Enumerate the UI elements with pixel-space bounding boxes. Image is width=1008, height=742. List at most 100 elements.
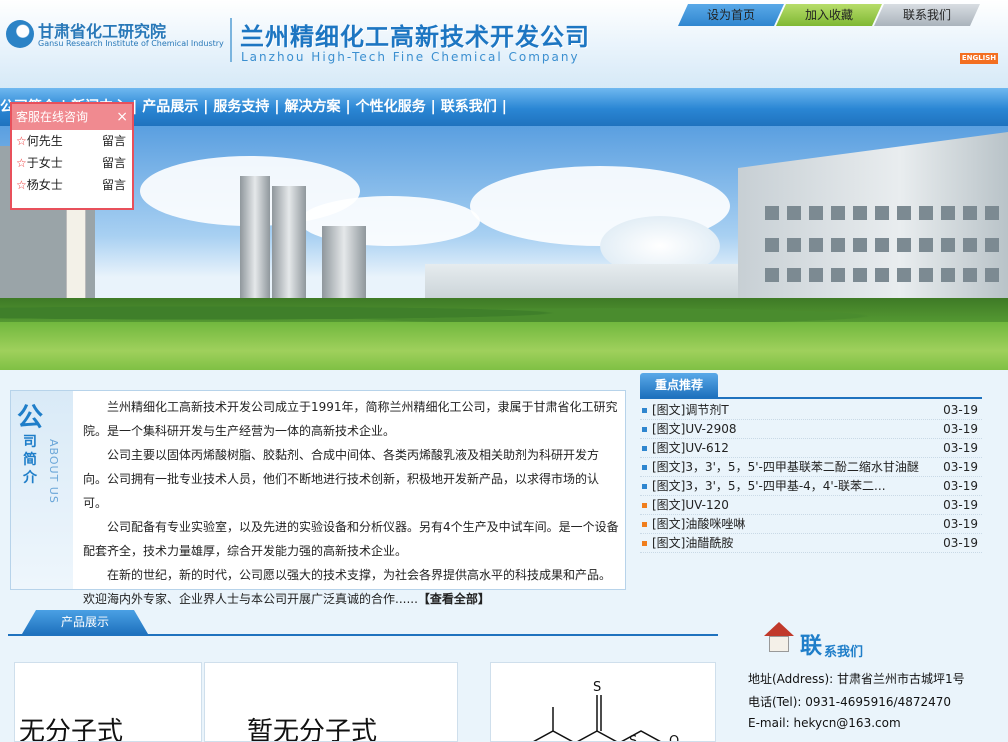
office-building-right [738,132,1008,312]
featured-title[interactable]: [图文]油酸咪唑啉 [652,515,932,534]
list-item[interactable]: [图文]3，3'，5，5'-四甲基联苯二酚二缩水甘油醚 03-19 [640,458,982,477]
featured-date: 03-19 [943,460,978,474]
featured-date: 03-19 [943,441,978,455]
featured-title[interactable]: [图文]3，3'，5，5'-四甲基-4，4'-联苯二... [652,477,932,496]
contact-email[interactable]: E-mail: hekycn@163.com [748,716,901,730]
silo-shape [240,176,270,316]
leave-message-link[interactable]: 留言 [102,130,126,152]
nav-item-solutions[interactable]: 解决方案 [285,97,341,117]
english-version-button[interactable]: ENGLISH [960,53,998,64]
consult-contact[interactable]: ☆何先生 留言 [12,130,132,152]
nav-separator: | [345,99,351,115]
nav-item-custom-service[interactable]: 个性化服务 [356,97,426,117]
featured-title[interactable]: [图文]调节剂T [652,401,932,420]
featured-date: 03-19 [943,498,978,512]
nav-item-products[interactable]: 产品展示 [142,97,198,117]
featured-date: 03-19 [943,517,978,531]
site-header: 甘肃省化工研究院 Gansu Research Institute of Che… [0,0,1008,88]
list-item[interactable]: [图文]3，3'，5，5'-四甲基-4，4'-联苯二... 03-19 [640,477,982,496]
consult-contact[interactable]: ☆杨女士 留言 [12,174,132,196]
featured-title[interactable]: [图文]UV-612 [652,439,932,458]
bullet-icon [642,465,647,470]
consult-title: 客服在线咨询 [16,110,89,124]
bullet-icon [642,427,647,432]
logo-divider [230,18,232,62]
main-nav: 公司简介 | 新闻中心 | 产品展示 | 服务支持 | 解决方案 | 个性化服务… [0,88,1008,126]
view-all-link[interactable]: 【查看全部】 [418,592,490,606]
product-card[interactable]: S S O [490,662,716,742]
set-homepage-link[interactable]: 设为首页 [678,4,784,26]
product-placeholder-text: 无分子式 [19,717,124,742]
nav-separator: | [501,99,507,115]
building-windows [765,268,1000,282]
intro-title-char: 司 [23,434,37,450]
house-icon [764,622,794,656]
product-card[interactable]: 暂无分子式 [204,662,458,742]
star-icon: ☆ [16,178,27,192]
company-name: 兰州精细化工高新技术开发公司 [240,23,590,51]
intro-title-char: 公 [17,403,44,433]
list-item[interactable]: [图文]UV-612 03-19 [640,439,982,458]
bullet-icon [642,522,647,527]
intro-paragraph: 兰州精细化工高新技术开发公司成立于1991年，简称兰州精细化工公司，隶属于甘肃省… [83,400,618,438]
molecule-structure-image: S S O [533,680,679,742]
list-item[interactable]: [图文]UV-2908 03-19 [640,420,982,439]
intro-paragraph-last: 在新的世纪，新的时代，公司愿以强大的技术支撑，为社会各界提供高水平的科技成果和产… [83,563,619,611]
institute-name-en: Gansu Research Institute of Chemical Ind… [38,39,224,48]
products-tab[interactable]: 产品展示 [22,610,148,634]
nav-item-service[interactable]: 服务支持 [213,97,269,117]
top-links: 设为首页 加入收藏 联系我们 [678,4,972,26]
bullet-icon [642,541,647,546]
company-name-en: Lanzhou High-Tech Fine Chemical Company [241,50,580,64]
close-icon[interactable]: × [116,104,128,130]
nav-item-contact[interactable]: 联系我们 [441,97,497,117]
product-card[interactable]: 无分子式 [14,662,202,742]
building-windows [765,206,1000,220]
add-favorite-link[interactable]: 加入收藏 [776,4,882,26]
institute-sign-board [66,204,86,304]
leave-message-link[interactable]: 留言 [102,152,126,174]
institute-logo-icon[interactable] [6,20,34,48]
featured-date: 03-19 [943,403,978,417]
contact-phone: 电话(Tel): 0931-4695916/4872470 [748,695,952,709]
list-item[interactable]: [图文]油酸咪唑啉 03-19 [640,515,982,534]
intro-title-char: 简 [23,452,37,468]
silo-shape [272,186,306,316]
list-item[interactable]: [图文]UV-120 03-19 [640,496,982,515]
building-windows [765,238,1000,252]
featured-date: 03-19 [943,536,978,550]
bullet-icon [642,446,647,451]
list-item[interactable]: [图文]油醋酰胺 03-19 [640,534,982,553]
consult-contact-name: 于女士 [26,156,63,170]
contact-title-big: 联 [800,634,823,659]
products-section: 产品展示 无分子式 暂无分子式 S S O [8,610,718,742]
featured-title[interactable]: [图文]油醋酰胺 [652,534,932,553]
intro-title-en: ABOUT US [47,439,60,504]
company-intro-box: 公 司 简 介 ABOUT US 兰州精细化工高新技术开发公司成立于1991年，… [10,390,626,606]
contact-us-top-link[interactable]: 联系我们 [874,4,980,26]
featured-tab[interactable]: 重点推荐 [640,373,718,397]
star-icon: ☆ [16,134,27,148]
list-item[interactable]: [图文]调节剂T 03-19 [640,401,982,420]
featured-divider [640,397,982,399]
bullet-icon [642,408,647,413]
featured-title[interactable]: [图文]3，3'，5，5'-四甲基联苯二酚二缩水甘油醚 [652,458,932,477]
nav-separator: | [203,99,209,115]
star-icon: ☆ [16,156,27,170]
bullet-icon [642,484,647,489]
contact-address: 地址(Address): 甘肃省兰州市古城坪1号 [748,672,965,686]
featured-date: 03-19 [943,422,978,436]
contact-section: 联 系我们 地址(Address): 甘肃省兰州市古城坪1号 电话(Tel): … [742,622,1008,732]
nav-separator: | [274,99,280,115]
intro-text: 兰州精细化工高新技术开发公司成立于1991年，简称兰州精细化工公司，隶属于甘肃省… [83,395,619,611]
online-consult-panel: 客服在线咨询 × ☆何先生 留言 ☆于女士 留言 ☆杨女士 留言 [10,102,134,210]
atom-label: S [629,734,637,742]
consult-contact[interactable]: ☆于女士 留言 [12,152,132,174]
featured-title[interactable]: [图文]UV-120 [652,496,932,515]
featured-list: [图文]调节剂T 03-19 [图文]UV-2908 03-19 [图文]UV-61… [640,401,982,553]
leave-message-link[interactable]: 留言 [102,174,126,196]
grass-field [0,322,1008,370]
featured-title[interactable]: [图文]UV-2908 [652,420,932,439]
banner-image [0,126,1008,370]
products-divider [8,634,718,636]
